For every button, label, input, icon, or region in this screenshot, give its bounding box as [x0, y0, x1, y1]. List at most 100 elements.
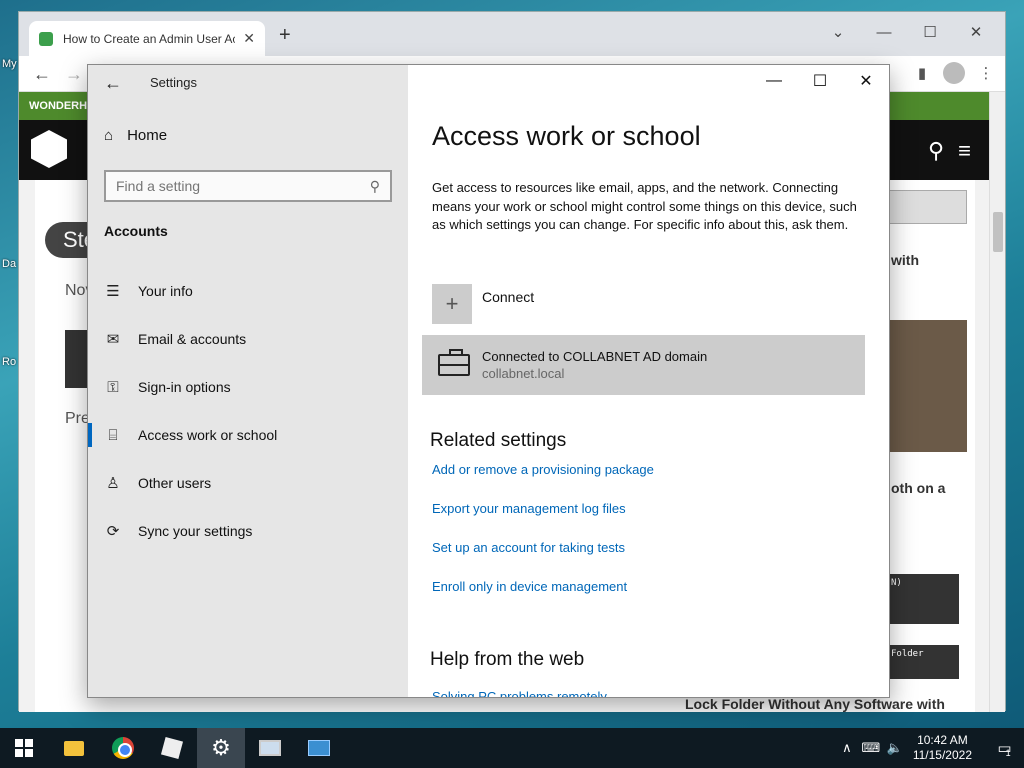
desktop-icon-label[interactable]: My: [2, 58, 17, 70]
person-card-icon: ☰: [106, 283, 120, 300]
notification-count: 1: [1005, 748, 1011, 758]
notification-center-button[interactable]: ▭ 1: [984, 728, 1024, 768]
tab-search-icon[interactable]: ⌄: [815, 18, 861, 46]
sidebar-item-label: Other users: [138, 475, 212, 491]
windows-logo-icon: [15, 739, 33, 757]
page-description: Get access to resources like email, apps…: [432, 180, 857, 232]
close-button[interactable]: ✕: [953, 18, 999, 46]
volume-icon[interactable]: 🔈: [883, 740, 907, 756]
chrome-button[interactable]: [99, 728, 147, 768]
menu-dots-icon[interactable]: ⋮: [975, 62, 997, 84]
minimize-button[interactable]: —: [751, 65, 797, 97]
forward-arrow-icon[interactable]: →: [65, 64, 83, 85]
key-icon: ⚿: [107, 378, 119, 396]
clock[interactable]: 10:42 AM 11/15/2022: [913, 733, 972, 763]
server-manager-button[interactable]: [246, 728, 294, 768]
sidebar-item-email-accounts[interactable]: ✉ Email & accounts: [88, 319, 408, 359]
related-article-title[interactable]: oth on a: [891, 480, 945, 496]
connected-account-item[interactable]: Connected to COLLABNET AD domain collabn…: [422, 335, 865, 647]
minimize-button[interactable]: —: [861, 18, 907, 46]
connect-label: Connect: [482, 289, 535, 305]
sidebar-item-sync-settings[interactable]: ⟳ Sync your settings: [88, 511, 408, 551]
settings-button[interactable]: ⚙: [197, 728, 245, 768]
section-heading: Accounts: [104, 223, 168, 239]
help-link[interactable]: Solving PC problems remotely: [432, 689, 607, 697]
device-management-link[interactable]: Enroll only in device management: [432, 579, 627, 594]
plus-icon: +: [432, 284, 472, 324]
export-log-link[interactable]: Export your management log files: [432, 501, 626, 516]
desktop-icon-label[interactable]: Ro: [2, 356, 16, 368]
window-title: Settings: [150, 75, 197, 90]
mouse-cursor-icon: [661, 627, 681, 647]
sidebar-item-other-users[interactable]: ♙ Other users: [88, 463, 408, 503]
tab-title: How to Create an Admin User Ac: [63, 31, 236, 46]
provisioning-package-link[interactable]: Add or remove a provisioning package: [432, 462, 654, 477]
search-icon[interactable]: ⚲: [928, 138, 944, 164]
connect-button[interactable]: + Connect: [432, 284, 534, 324]
sidebar-item-label: Sync your settings: [138, 523, 253, 539]
related-thumbnail[interactable]: Folder: [887, 645, 959, 679]
favicon-icon: [39, 31, 53, 46]
related-settings-heading: Related settings: [430, 430, 567, 451]
hamburger-menu-icon[interactable]: ≡: [958, 138, 971, 164]
folder-icon: [64, 740, 84, 756]
scrollbar-thumb[interactable]: [993, 212, 1003, 252]
sidebar-item-label: Your info: [138, 283, 193, 299]
system-info-button[interactable]: [295, 728, 343, 768]
system-info-icon: [308, 740, 330, 756]
desktop-icon-label[interactable]: Da: [2, 258, 16, 270]
related-article-title[interactable]: with: [891, 252, 919, 268]
settings-content: — ☐ ✕ Access work or school Get access t…: [408, 65, 889, 697]
site-logo[interactable]: [31, 130, 67, 168]
start-button[interactable]: [0, 728, 48, 768]
new-tab-button[interactable]: +: [279, 24, 291, 47]
chrome-icon: [112, 737, 134, 759]
profile-avatar[interactable]: [943, 62, 965, 84]
related-thumbnail[interactable]: N): [887, 574, 959, 624]
home-label: Home: [127, 127, 168, 144]
back-arrow-icon[interactable]: ←: [33, 64, 51, 85]
home-icon: ⌂: [104, 127, 114, 144]
clock-time: 10:42 AM: [917, 733, 968, 747]
clock-date: 11/15/2022: [912, 748, 972, 762]
tab-strip: How to Create an Admin User Ac ✕ + ⌄ — ☐…: [19, 12, 1005, 56]
roblox-button[interactable]: [148, 728, 196, 768]
back-arrow-icon[interactable]: ←: [104, 73, 122, 94]
sidebar-item-label: Email & accounts: [138, 331, 247, 347]
sidebar-item-access-work-school[interactable]: ⌸ Access work or school: [88, 415, 408, 455]
system-tray: ∧ ⌨ 🔈 10:42 AM 11/15/2022 ▭ 1: [835, 728, 1024, 768]
search-icon[interactable]: ⚲: [370, 178, 380, 195]
monitor-icon: [259, 740, 281, 756]
search-box[interactable]: ⚲: [104, 170, 392, 202]
home-link[interactable]: ⌂ Home: [104, 127, 167, 144]
sidebar-item-sign-in-options[interactable]: ⚿ Sign-in options: [88, 367, 408, 407]
related-article-title[interactable]: Lock Folder Without Any Software with: [685, 696, 945, 712]
related-thumbnail[interactable]: [887, 320, 967, 452]
taskbar: ⚙ ∧ ⌨ 🔈 10:42 AM 11/15/2022 ▭ 1: [0, 728, 1024, 768]
related-thumbnail[interactable]: [887, 190, 967, 224]
network-icon[interactable]: ⌨: [859, 740, 883, 756]
briefcase-icon: ⌸: [108, 426, 118, 444]
search-input[interactable]: [116, 178, 370, 194]
browser-tab[interactable]: How to Create an Admin User Ac ✕: [29, 21, 265, 56]
gear-icon: ⚙: [211, 735, 231, 760]
settings-sidebar: ← Settings ⌂ Home ⚲ Accounts ☰ Your info…: [88, 65, 408, 697]
close-icon[interactable]: ✕: [243, 30, 255, 47]
sync-icon: ⟳: [106, 523, 120, 540]
page-title: Access work or school: [432, 121, 701, 151]
account-name: Connected to COLLABNET AD domain: [482, 349, 708, 364]
maximize-button[interactable]: ☐: [797, 65, 843, 97]
page-scrollbar[interactable]: [989, 92, 1005, 712]
chevron-up-icon[interactable]: ∧: [835, 740, 859, 756]
test-account-link[interactable]: Set up an account for taking tests: [432, 540, 625, 555]
roblox-icon: [160, 736, 184, 760]
maximize-button[interactable]: ☐: [907, 18, 953, 46]
sidebar-item-label: Access work or school: [138, 427, 278, 443]
sidepanel-icon[interactable]: ▮: [911, 62, 933, 84]
briefcase-icon: [438, 349, 470, 376]
person-icon: ♙: [106, 475, 120, 492]
sidebar-item-your-info[interactable]: ☰ Your info: [88, 271, 408, 311]
file-explorer-button[interactable]: [50, 728, 98, 768]
account-domain: collabnet.local: [482, 366, 565, 381]
close-button[interactable]: ✕: [843, 65, 889, 97]
